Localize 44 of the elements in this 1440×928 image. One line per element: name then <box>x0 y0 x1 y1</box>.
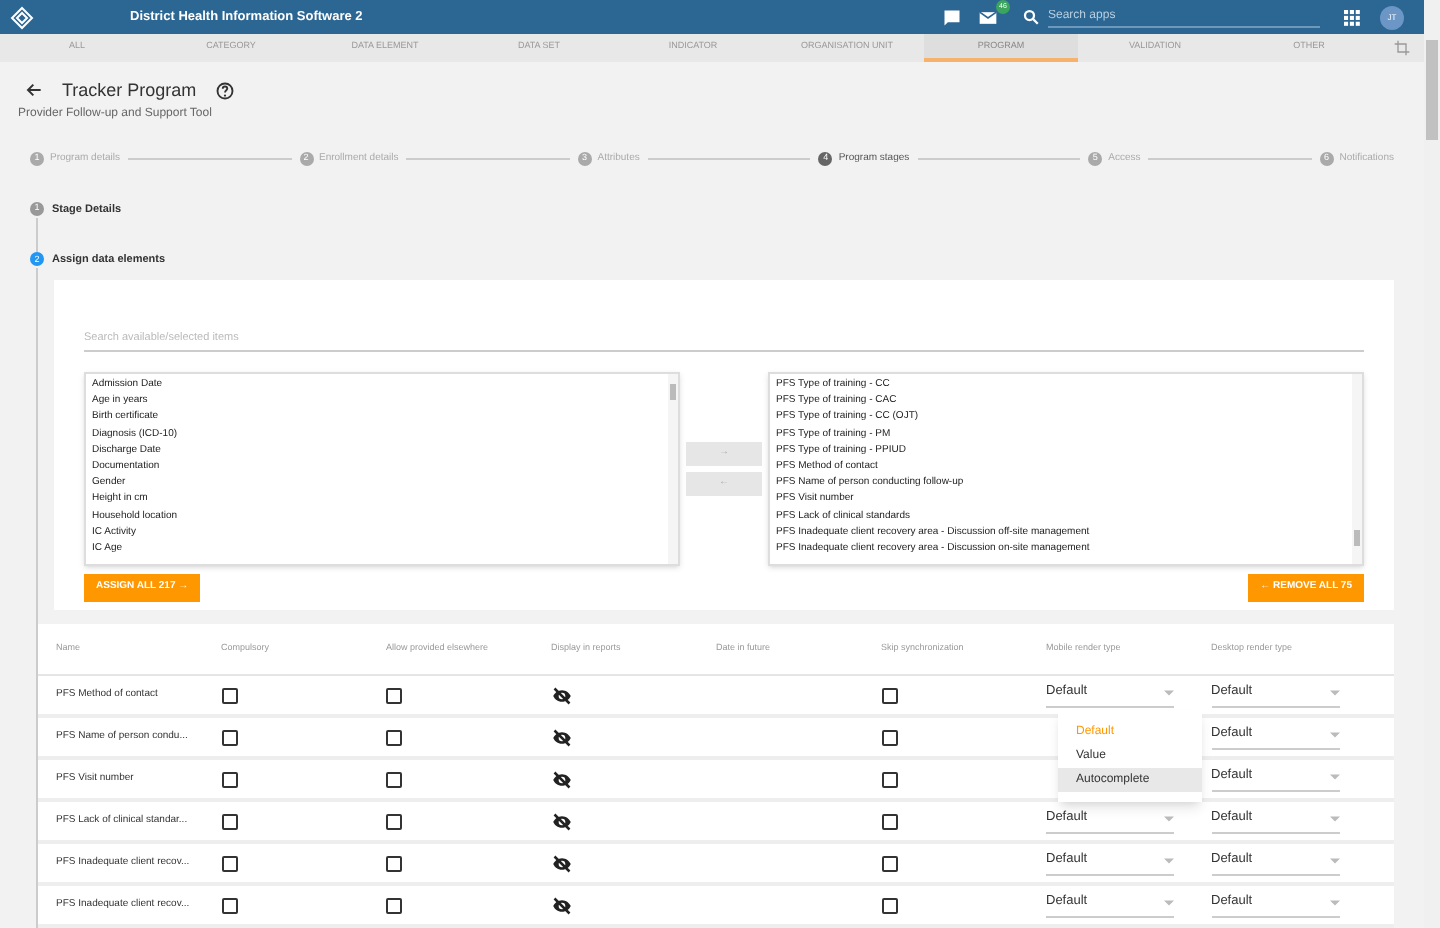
mail-icon[interactable] <box>978 7 998 28</box>
page-title: Tracker Program <box>62 77 197 104</box>
caret-icon <box>1164 857 1174 863</box>
checkbox[interactable] <box>881 813 897 829</box>
checkbox[interactable] <box>221 729 237 745</box>
checkbox[interactable] <box>881 897 897 913</box>
eye-off-icon[interactable] <box>551 895 571 915</box>
checkbox[interactable] <box>881 855 897 871</box>
checkbox[interactable] <box>386 855 402 871</box>
caret-icon <box>1329 899 1339 905</box>
checkbox[interactable] <box>221 897 237 913</box>
help-icon[interactable] <box>216 81 235 100</box>
checkbox[interactable] <box>386 771 402 787</box>
caret-icon <box>1164 899 1174 905</box>
caret-icon <box>1329 857 1339 863</box>
logo-icon[interactable] <box>10 5 34 30</box>
caret-icon <box>1329 731 1339 737</box>
checkbox[interactable] <box>221 771 237 787</box>
checkbox[interactable] <box>386 897 402 913</box>
checkbox[interactable] <box>386 729 402 745</box>
caret-icon <box>1329 815 1339 821</box>
checkbox[interactable] <box>881 687 897 703</box>
checkbox[interactable] <box>881 729 897 745</box>
scrollbar[interactable] <box>1352 374 1362 564</box>
caret-icon <box>1164 689 1174 695</box>
search-icon <box>1022 8 1040 27</box>
eye-off-icon[interactable] <box>551 853 571 873</box>
caret-icon <box>1329 773 1339 779</box>
checkbox[interactable] <box>386 813 402 829</box>
checkbox[interactable] <box>386 687 402 703</box>
caret-icon <box>1164 815 1174 821</box>
scrollbar[interactable] <box>668 374 678 564</box>
checkbox[interactable] <box>221 687 237 703</box>
back-arrow-icon[interactable] <box>26 82 42 99</box>
eye-off-icon[interactable] <box>551 685 571 705</box>
apps-grid-icon[interactable] <box>1344 9 1360 26</box>
eye-off-icon[interactable] <box>551 811 571 831</box>
eye-off-icon[interactable] <box>551 769 571 789</box>
caret-icon <box>1329 689 1339 695</box>
eye-off-icon[interactable] <box>551 727 571 747</box>
checkbox[interactable] <box>881 771 897 787</box>
chat-icon[interactable] <box>942 7 962 28</box>
checkbox[interactable] <box>221 855 237 871</box>
checkbox[interactable] <box>221 813 237 829</box>
